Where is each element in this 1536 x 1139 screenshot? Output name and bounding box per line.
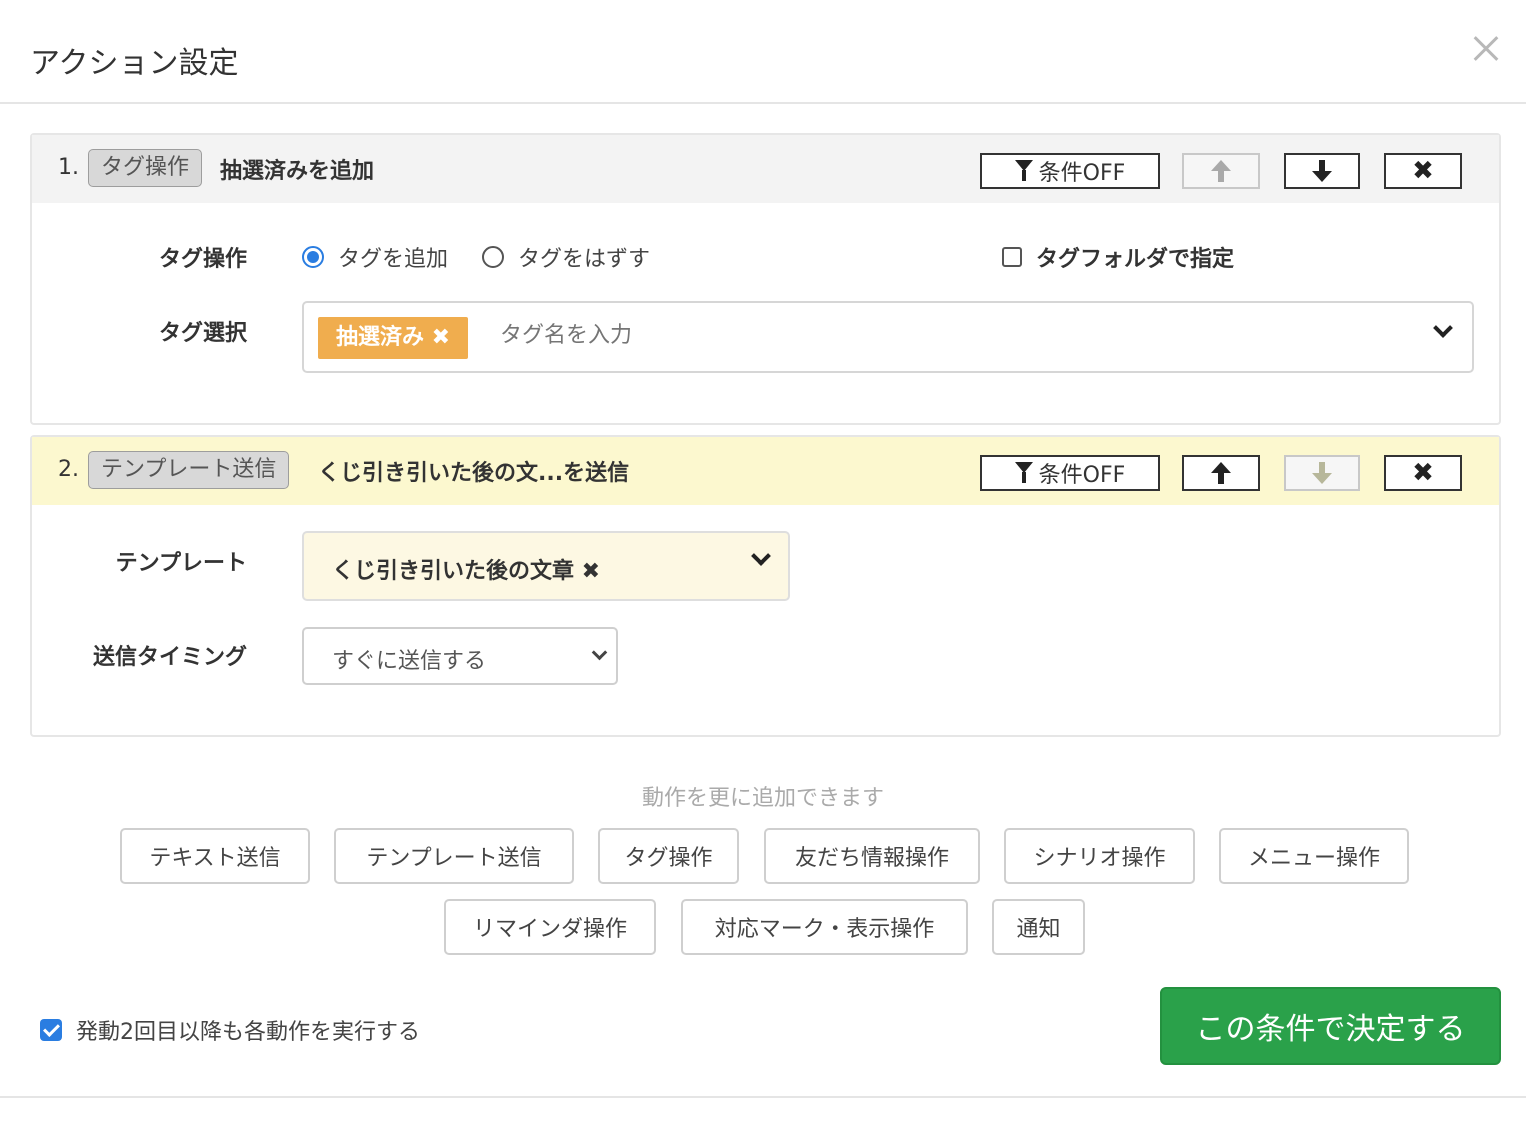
tag-folder-checkbox[interactable] (1002, 247, 1022, 267)
filter-icon (1014, 160, 1033, 182)
radio-add-tag-label: タグを追加 (338, 247, 449, 272)
timing-label: 送信タイミング (92, 645, 247, 670)
action-type-badge: テンプレート送信 (88, 451, 290, 489)
arrow-up-icon (1211, 160, 1231, 182)
repeat-checkbox[interactable] (40, 1019, 62, 1041)
chevron-down-icon (591, 644, 608, 661)
footer-divider (0, 1096, 1526, 1098)
action-panel-1: 1. タグ操作 抽選済みを追加 条件OFF ✖ タグ操作 タグを追加 タグをはず… (30, 133, 1501, 425)
action-type-badge: タグ操作 (88, 149, 203, 187)
timing-select[interactable]: すぐに送信する (302, 627, 618, 685)
action-header-2: 2. テンプレート送信 くじ引き引いた後の文...を送信 条件OFF ✖ (32, 437, 1499, 505)
action-summary: 抽選済みを追加 (220, 159, 375, 184)
delete-icon: ✖ (1412, 458, 1434, 488)
move-up-button[interactable] (1182, 455, 1260, 491)
action-summary: くじ引き引いた後の文...を送信 (318, 461, 630, 486)
timing-value: すぐに送信する (332, 649, 487, 674)
add-action-hint: 動作を更に追加できます (641, 786, 884, 811)
radio-remove-tag[interactable] (482, 246, 504, 268)
arrow-up-icon (1211, 462, 1231, 484)
close-icon[interactable] (1468, 30, 1504, 66)
chevron-down-icon[interactable] (751, 546, 771, 566)
template-label: テンプレート (115, 551, 247, 576)
radio-add-tag[interactable] (302, 246, 324, 268)
add-tag-op-button[interactable]: タグ操作 (598, 828, 739, 884)
add-friend-info-button[interactable]: 友だち情報操作 (764, 828, 980, 884)
add-mark-display-button[interactable]: 対応マーク・表示操作 (681, 899, 968, 955)
tag-select-label: タグ選択 (158, 321, 247, 346)
tag-select-field[interactable]: 抽選済み ✖ (302, 301, 1474, 373)
modal-header: アクション設定 (0, 0, 1526, 104)
condition-label: 条件OFF (1038, 463, 1126, 488)
tag-folder-label: タグフォルダで指定 (1036, 247, 1235, 272)
repeat-checkbox-label: 発動2回目以降も各動作を実行する (76, 1020, 420, 1045)
add-reminder-op-button[interactable]: リマインダ操作 (444, 899, 656, 955)
move-down-button[interactable] (1284, 153, 1360, 189)
delete-action-button[interactable]: ✖ (1384, 455, 1462, 491)
filter-icon (1014, 462, 1033, 484)
template-select[interactable]: くじ引き引いた後の文章 ✖ (302, 531, 790, 601)
tag-search-input[interactable] (500, 323, 1100, 348)
condition-toggle-button[interactable]: 条件OFF (980, 455, 1160, 491)
arrow-down-icon (1312, 462, 1332, 484)
chevron-down-icon[interactable] (1433, 318, 1453, 338)
move-up-button[interactable] (1182, 153, 1260, 189)
delete-action-button[interactable]: ✖ (1384, 153, 1462, 189)
action-panel-2: 2. テンプレート送信 くじ引き引いた後の文...を送信 条件OFF ✖ テンプ… (30, 435, 1501, 737)
add-menu-op-button[interactable]: メニュー操作 (1219, 828, 1409, 884)
condition-label: 条件OFF (1038, 161, 1126, 186)
condition-toggle-button[interactable]: 条件OFF (980, 153, 1160, 189)
add-notification-button[interactable]: 通知 (992, 899, 1085, 955)
action-number: 1. (58, 155, 79, 180)
radio-remove-tag-label: タグをはずす (518, 247, 651, 272)
action-header-1: 1. タグ操作 抽選済みを追加 条件OFF ✖ (32, 135, 1499, 203)
delete-icon: ✖ (1412, 156, 1434, 186)
selected-tag-chip[interactable]: 抽選済み ✖ (318, 317, 469, 359)
move-down-button[interactable] (1284, 455, 1360, 491)
add-scenario-op-button[interactable]: シナリオ操作 (1004, 828, 1195, 884)
arrow-down-icon (1312, 160, 1332, 182)
template-value[interactable]: くじ引き引いた後の文章 ✖ (332, 553, 600, 585)
add-template-send-button[interactable]: テンプレート送信 (334, 828, 574, 884)
action-number: 2. (58, 457, 79, 482)
modal-title: アクション設定 (30, 46, 239, 81)
tag-op-label: タグ操作 (158, 247, 247, 272)
add-text-send-button[interactable]: テキスト送信 (120, 828, 310, 884)
submit-button[interactable]: この条件で決定する (1160, 987, 1501, 1065)
